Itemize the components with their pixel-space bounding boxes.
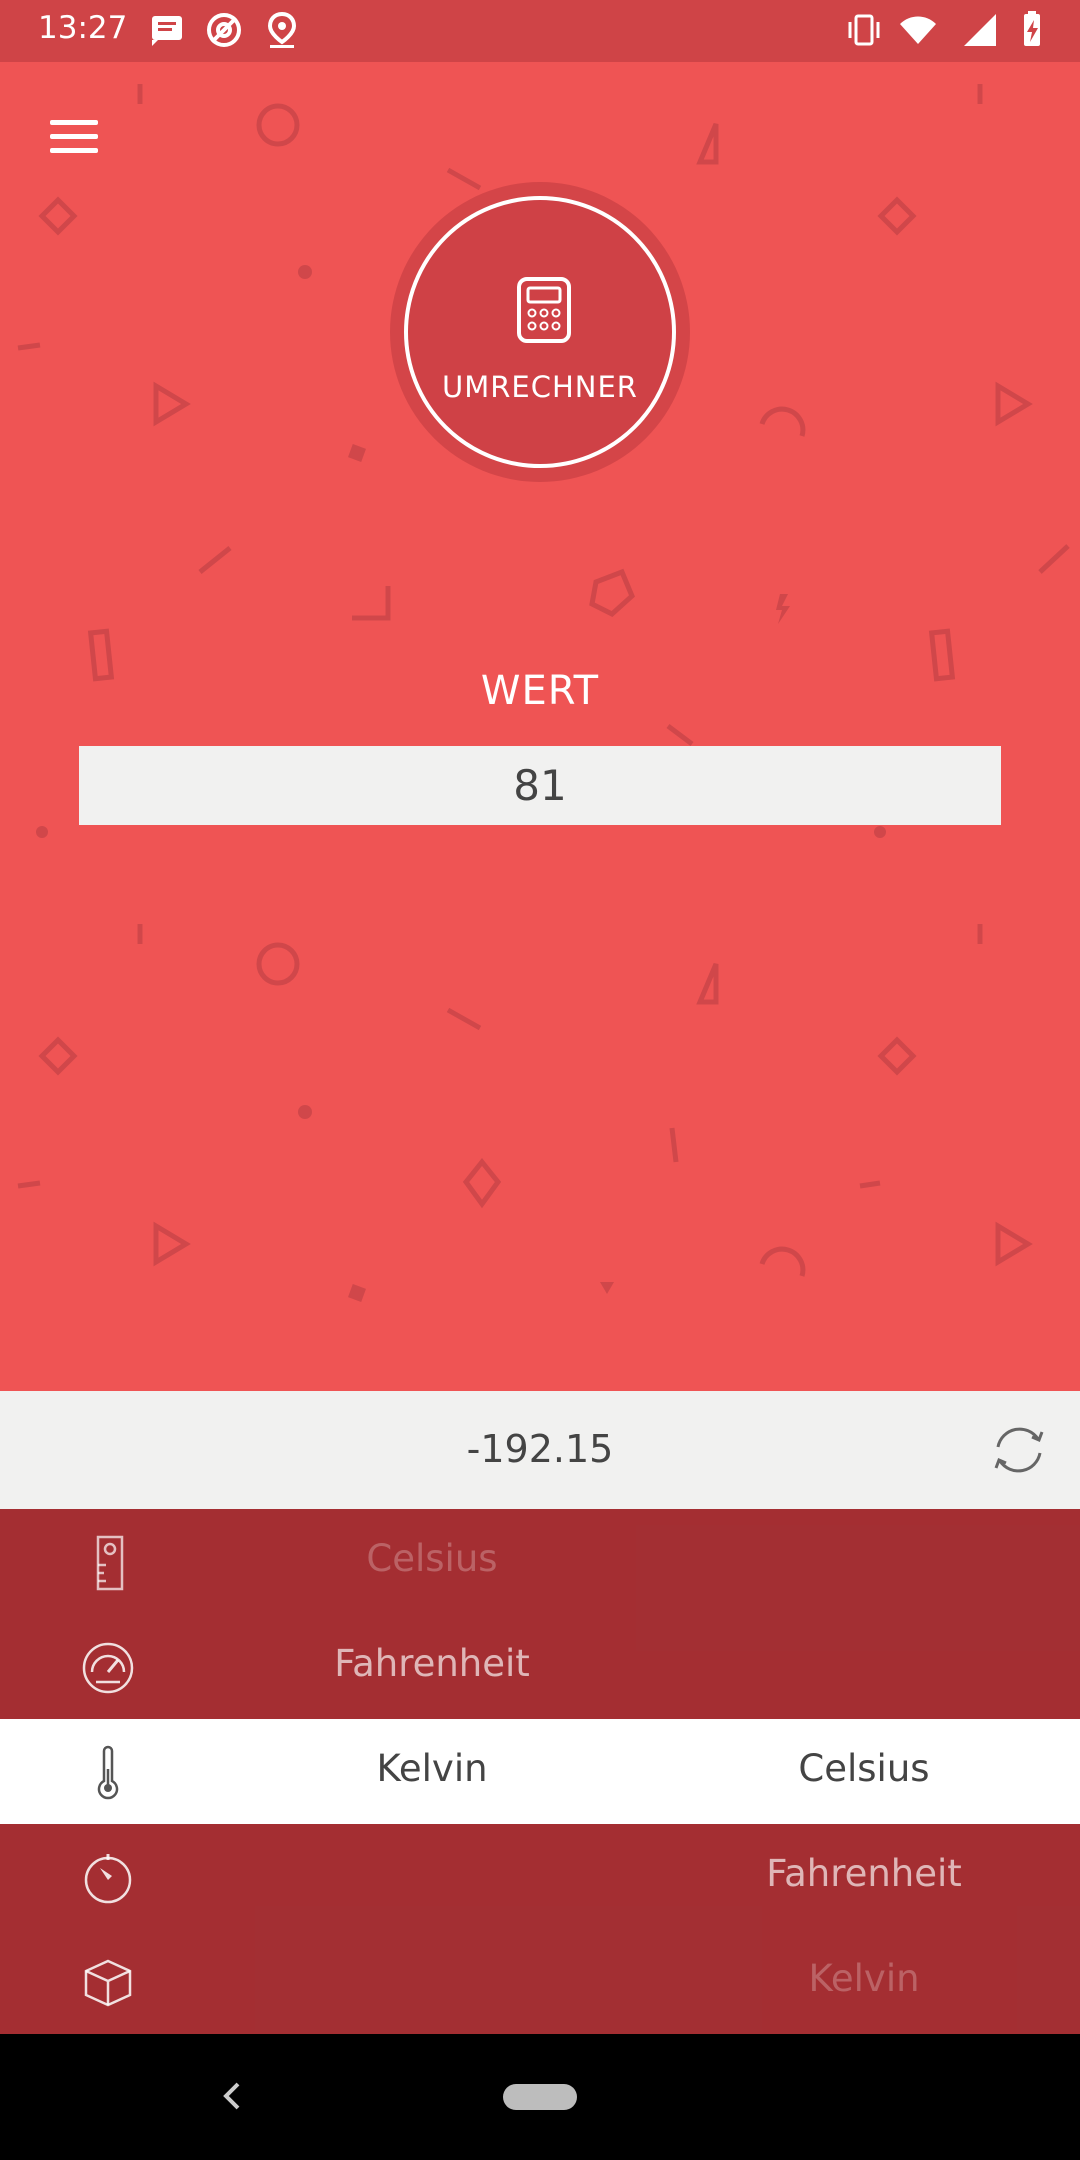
status-bar: 13:27 <box>0 0 1080 62</box>
swap-refresh-icon[interactable] <box>986 1417 1052 1483</box>
to-unit-option[interactable]: Kelvin <box>664 1957 1064 2000</box>
location-icon <box>267 11 297 48</box>
navigation-bar <box>0 2034 1080 2160</box>
picker-row[interactable]: Fahrenheit <box>0 1824 1080 1929</box>
no-sync-icon <box>207 13 241 47</box>
to-unit-option[interactable]: Fahrenheit <box>664 1852 1064 1895</box>
signal-icon <box>964 14 996 46</box>
hamburger-menu-icon[interactable] <box>44 112 104 164</box>
back-chevron-icon[interactable] <box>212 2074 252 2118</box>
thermometer-icon <box>97 1745 119 1800</box>
cube-icon <box>84 1959 132 2007</box>
value-input[interactable] <box>79 746 1001 825</box>
home-pill-icon[interactable] <box>503 2084 577 2110</box>
from-unit-option[interactable]: Celsius <box>232 1537 632 1580</box>
wifi-icon <box>900 16 936 44</box>
result-bar: -192.15 <box>0 1391 1080 1509</box>
from-unit-selected[interactable]: Kelvin <box>232 1747 632 1790</box>
unit-picker[interactable]: Celsius Fahrenheit Kelvin Celsius Fahren… <box>0 1509 1080 2034</box>
timer-icon <box>84 1854 132 1904</box>
status-time: 13:27 <box>38 10 128 46</box>
value-label: WERT <box>480 668 600 714</box>
vibrate-icon <box>848 14 880 46</box>
calculator-icon <box>517 277 571 343</box>
speedometer-icon <box>82 1642 134 1694</box>
ruler-icon <box>96 1535 124 1591</box>
app-title: UMRECHNER <box>442 370 638 404</box>
from-unit-option[interactable]: Fahrenheit <box>232 1642 632 1685</box>
picker-row[interactable]: Fahrenheit <box>0 1614 1080 1719</box>
converter-badge: UMRECHNER <box>390 182 690 482</box>
battery-charging-icon <box>1024 11 1040 46</box>
result-value: -192.15 <box>466 1427 614 1471</box>
picker-row-selected[interactable]: Kelvin Celsius <box>0 1719 1080 1824</box>
message-icon <box>152 16 182 46</box>
picker-row[interactable]: Celsius <box>0 1509 1080 1614</box>
to-unit-selected[interactable]: Celsius <box>664 1747 1064 1790</box>
picker-row[interactable]: Kelvin <box>0 1929 1080 2034</box>
